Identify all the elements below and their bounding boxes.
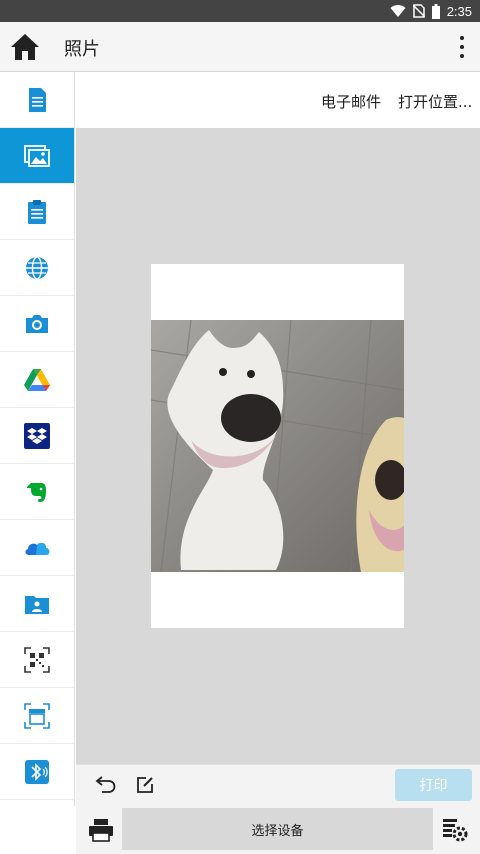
no-sim-icon (412, 4, 425, 18)
status-time: 2:35 (446, 3, 472, 19)
printer-icon[interactable] (88, 818, 114, 842)
document-icon (29, 87, 46, 112)
print-preview (76, 128, 480, 764)
sidebar-item-qr-scan[interactable] (0, 632, 74, 688)
open-location-button[interactable]: 打开位置... (398, 91, 472, 112)
undo-icon[interactable] (94, 775, 116, 795)
camera-icon (26, 314, 48, 333)
app-bar: 照片 (0, 22, 480, 72)
sidebar-item-scanner[interactable] (0, 688, 74, 744)
sidebar-item-google-drive[interactable] (0, 352, 74, 408)
sidebar-item-shared-folder[interactable] (0, 576, 74, 632)
shared-folder-icon (25, 595, 49, 614)
sidebar-item-photos[interactable] (0, 128, 74, 184)
sidebar (0, 72, 75, 806)
email-button[interactable]: 电子邮件 (321, 91, 381, 112)
sidebar-item-evernote[interactable] (0, 464, 74, 520)
preview-photo (151, 320, 404, 572)
home-icon[interactable] (10, 33, 40, 61)
battery-icon (431, 3, 440, 19)
device-bar: 选择设备 (76, 806, 480, 854)
more-options-icon[interactable] (458, 36, 466, 58)
print-button[interactable]: 打印 (395, 769, 472, 801)
status-bar: 2:35 (0, 0, 480, 22)
dropbox-icon (24, 422, 50, 449)
scanner-icon (24, 702, 50, 729)
sidebar-item-clipboard[interactable] (0, 184, 74, 240)
sidebar-item-dropbox[interactable] (0, 408, 74, 464)
sidebar-item-camera[interactable] (0, 296, 74, 352)
evernote-icon (27, 482, 46, 502)
page-title: 照片 (64, 39, 100, 60)
bluetooth-icon (25, 759, 49, 784)
onedrive-icon (25, 542, 50, 555)
sidebar-item-document[interactable] (0, 72, 74, 128)
sidebar-item-onedrive[interactable] (0, 520, 74, 576)
wifi-icon (390, 5, 406, 18)
sidebar-item-bluetooth[interactable] (0, 744, 74, 800)
edit-icon[interactable] (136, 776, 154, 794)
preview-page (151, 264, 404, 628)
google-drive-icon (24, 368, 50, 391)
clipboard-icon (28, 199, 46, 224)
select-device-button[interactable]: 选择设备 (122, 808, 433, 850)
action-row: 电子邮件 打开位置... (76, 72, 480, 128)
sidebar-item-web[interactable] (0, 240, 74, 296)
printer-settings-icon[interactable] (442, 817, 468, 843)
preview-toolbar: 打印 (76, 764, 480, 806)
photos-icon (24, 144, 50, 167)
qr-code-icon (24, 646, 50, 673)
globe-icon (26, 255, 48, 280)
